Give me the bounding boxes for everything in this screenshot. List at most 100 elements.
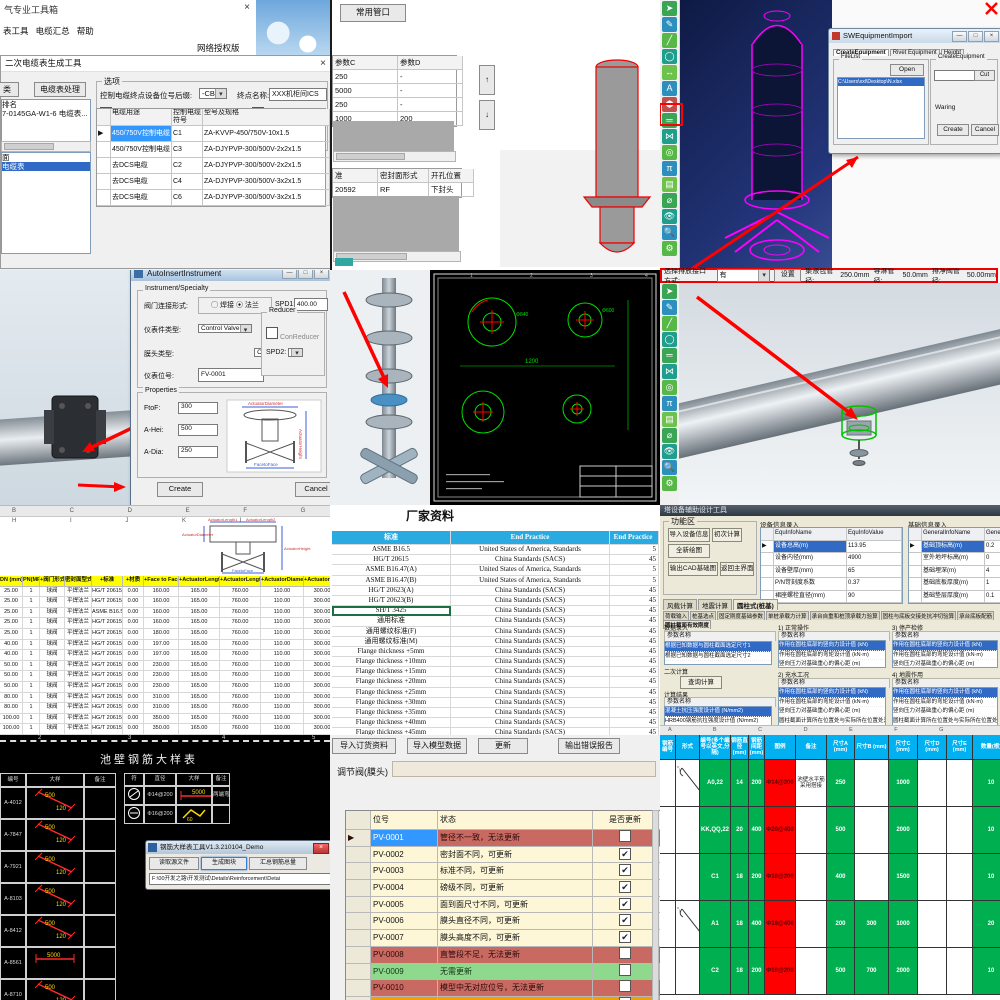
table-row[interactable]: ▶设备总高(m)113.95 [761, 541, 902, 554]
measure-icon[interactable]: ⌀ [662, 428, 677, 443]
tab-2[interactable]: 圆柱式(桩基) [733, 599, 778, 610]
table-row[interactable]: HG/T 20623(B)China Standards (SACS)45 [332, 596, 659, 606]
read-source-button[interactable]: 读取源文件 [149, 857, 199, 870]
update-button[interactable]: 更新 [478, 738, 528, 754]
table-row[interactable]: PV-0007膜头高度不同，可更新✔100 [346, 930, 660, 947]
list-item[interactable]: 根据已知数据与圆柱截面选定尺寸1 [665, 642, 771, 652]
table-row[interactable]: HG/T 20615China Standards (SACS)45 [332, 555, 659, 565]
spd1-input[interactable]: 400.00 [294, 298, 328, 311]
list-item[interactable]: 作用在圆柱底部的弯矩设计值 (kN·m) [779, 698, 885, 708]
create-button[interactable]: Create [157, 482, 203, 497]
table-row[interactable]: ASME B16.47(B)United States of America, … [332, 576, 659, 586]
table-row[interactable]: Flange thickness +25mmChina Standards (S… [332, 688, 659, 698]
h-scrollbar[interactable] [1, 141, 91, 152]
list-item[interactable]: 作用在圆柱底部的弯矩设计值 (kN·m) [779, 651, 885, 661]
conreducer-checkbox[interactable]: ConReducer [266, 327, 319, 341]
h-scrollbar[interactable] [333, 151, 456, 162]
tab-6[interactable]: 承台底板配筋 [957, 611, 994, 620]
summarize-button[interactable]: 汇总钢筋总量 [249, 857, 307, 870]
table-row[interactable]: 250- [333, 98, 456, 112]
valve-icon[interactable]: ⋈ [662, 129, 677, 144]
table-row[interactable]: Flange thickness +15mmChina Standards (S… [332, 667, 659, 677]
table-row[interactable]: 标准End PracticeEnd Practice [332, 531, 659, 545]
cut-button[interactable]: 类 [0, 82, 19, 97]
table-row[interactable]: A-7847500120 [0, 819, 116, 851]
table-row[interactable]: A-8103500120 [0, 883, 116, 915]
table-row[interactable]: Flange thickness +35mmChina Standards (S… [332, 708, 659, 718]
list-item[interactable]: 竖向压力对基础重心的偏心距 (m) [779, 707, 885, 717]
table-row[interactable]: 100.001球阀平焊法兰HG/T 206150.00350.00165.007… [0, 724, 330, 735]
table-row[interactable]: 设备壁厚(mm)65 [761, 566, 902, 579]
table-row[interactable]: 符直径大样备注 [124, 773, 230, 786]
sketch-icon[interactable]: ✎ [662, 300, 677, 315]
table-row[interactable]: PV-0009无需更新100 [346, 964, 660, 981]
table-row[interactable]: Φ16@20060 [124, 805, 230, 824]
query-calc-button[interactable]: 查询计算 [680, 676, 722, 689]
circle-icon[interactable]: ◯ [662, 332, 677, 347]
table-row[interactable]: 通用标准China Standards (SACS)45 [332, 616, 659, 626]
measure-icon[interactable]: ⌀ [662, 193, 677, 208]
table-row[interactable]: 去DCS电缆C6ZA-DJYPVP-300/500V-3x2x1.5 [97, 190, 325, 206]
support-icon[interactable]: π [662, 396, 677, 411]
table-row[interactable]: ▶450/750V控制电缆C1ZA-KVVP-450/750V-10x1.5 [97, 126, 325, 142]
tag-input[interactable]: FV-0001 [198, 368, 264, 382]
table-row[interactable]: 450/750V控制电缆C3ZA-DJYPVP-300/500V-2x2x1.5 [97, 142, 325, 158]
close-icon[interactable]: × [244, 2, 250, 13]
checkbox[interactable]: ✔ [619, 898, 631, 910]
checkbox[interactable]: ✔ [619, 914, 631, 926]
tab-4[interactable]: 承台自重和桩顶承载力验算 [810, 611, 880, 620]
window-controls[interactable]: —□× [282, 270, 329, 279]
table-row[interactable]: 50.001球阀平焊法兰HG/T 206150.00230.00165.0076… [0, 661, 330, 672]
checkbox[interactable]: ✔ [619, 848, 631, 860]
list-item[interactable]: 混凝土抗压强度设计值 (N/mm2) [665, 707, 771, 717]
table-row[interactable]: 50.001球阀平焊法兰HG/T 206150.00230.00165.0076… [0, 671, 330, 682]
table-row[interactable]: EquInfoNameEquInfoValue [761, 528, 902, 541]
table-row[interactable]: Φ14@2005000两端弯钩 [124, 786, 230, 805]
table-row[interactable]: 25.001球阀平焊法兰HG/T 206150.00180.00165.0076… [0, 629, 330, 640]
ahei-input[interactable]: 500 [178, 424, 218, 436]
table-row[interactable]: 准密封面形式开孔位置 [333, 169, 461, 183]
flange-icon[interactable]: ◎ [662, 145, 677, 160]
table-row[interactable]: PV-0004磅级不同，可更新✔100 [346, 880, 660, 897]
table-row[interactable]: Flange thickness +30mmChina Standards (S… [332, 698, 659, 708]
dimension-icon[interactable]: ↔ [662, 65, 677, 80]
text-icon[interactable]: A [662, 81, 677, 96]
sketch-icon[interactable]: ✎ [662, 17, 677, 32]
open-button[interactable]: Open [890, 64, 924, 76]
table-row[interactable]: 去DCS电缆C4ZA-DJYPVP-300/500V-3x2x1.5 [97, 174, 325, 190]
window-controls[interactable]: —□× [952, 31, 999, 42]
checkbox[interactable] [619, 830, 631, 842]
table-row[interactable]: A-8710500120 [0, 979, 116, 1000]
circle-icon[interactable]: ◯ [662, 49, 677, 64]
source-path-input[interactable]: F:\00开发之路\开发测试\Details\Reinforcement\Det… [149, 873, 330, 885]
table-row[interactable]: 设备内径(mm)4900 [761, 553, 902, 566]
settings-button[interactable]: 设置 [774, 269, 801, 282]
back-button[interactable]: 返回主界面 [720, 562, 754, 576]
first-calc-button[interactable]: 初次计算 [712, 528, 742, 542]
table-row[interactable]: 5000- [333, 84, 456, 98]
table-row[interactable]: Flange thickness +10mmChina Standards (S… [332, 657, 659, 667]
list-item[interactable]: 作用在圆柱底部的弯矩设计值 (kN·m) [893, 698, 997, 708]
table-row[interactable]: 20592RF下封头 [333, 183, 461, 197]
pipe-icon[interactable]: ═ [662, 348, 677, 363]
table-row[interactable]: 室外地坪标高(m)0 [909, 553, 1000, 566]
table-row[interactable]: DN (mm)PN(MPa)+阀门形式密封面型式+标准+材质+Face to F… [0, 576, 330, 587]
case4-list[interactable]: 作用在圆柱底部的竖向力设计值 (kN)作用在圆柱底部的弯矩设计值 (kN·m)竖… [892, 687, 998, 729]
table-row[interactable]: 基础底板厚度(m)1 [909, 578, 1000, 591]
table-row[interactable]: 40.001球阀平焊法兰HG/T 206150.00197.00165.0076… [0, 640, 330, 651]
f2f-input[interactable]: 300 [178, 402, 218, 414]
table-row[interactable]: 位号状态是否更新口径(mm) [346, 811, 660, 830]
calc-tabs[interactable]: 风载计算地震计算圆柱式(桩基) [663, 599, 779, 610]
table-row[interactable]: 基础埋深(m)4 [909, 566, 1000, 579]
table-row[interactable]: 100.001球阀平焊法兰HG/T 206150.00350.00165.007… [0, 714, 330, 725]
table-row[interactable]: 50.001球阀平焊法兰HG/T 206150.00230.00165.0076… [0, 682, 330, 693]
adia-input[interactable]: 250 [178, 446, 218, 458]
move-up-button[interactable]: ↑ [479, 65, 495, 95]
cancel-button[interactable]: Cancel [971, 124, 999, 136]
list-item[interactable]: 竖向压力对基础重心的偏心距 (m) [893, 707, 997, 717]
close-icon[interactable]: × [320, 58, 326, 69]
table-row[interactable]: A-7921500120 [0, 851, 116, 883]
tab-3[interactable]: 单桩承载力计算 [766, 611, 809, 620]
tab-1[interactable]: 桩基选点 [690, 611, 716, 620]
pile-subtabs[interactable]: 荷载输入桩基选点固定刚度基础参数单桩承载力计算承台自重和桩顶承载力验算固柱与底板… [663, 611, 999, 629]
